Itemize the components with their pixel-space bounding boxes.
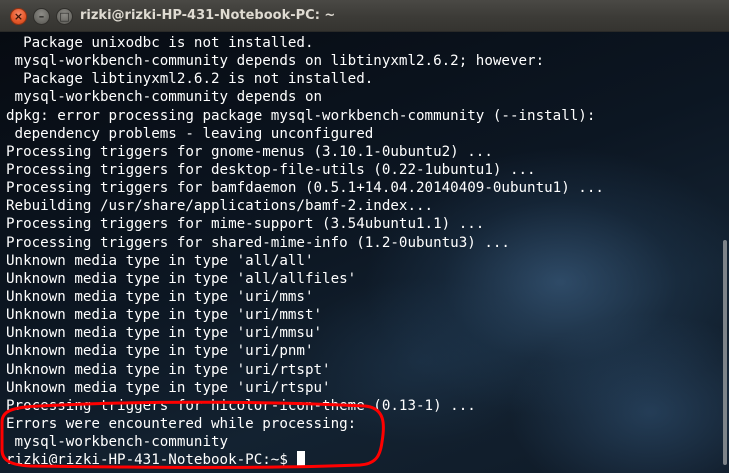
text-cursor	[297, 451, 306, 467]
terminal-line: Unknown media type in type 'uri/rtspt'	[6, 361, 331, 378]
error-heading-line: Errors were encountered while processing…	[6, 415, 357, 432]
terminal-line: Processing triggers for hicolor-icon-the…	[6, 397, 476, 414]
terminal-line: Unknown media type in type 'uri/pnm'	[6, 343, 314, 360]
minimize-button[interactable]: –	[33, 8, 50, 25]
error-package-line: mysql-workbench-community	[6, 434, 229, 451]
terminal-line: Processing triggers for bamfdaemon (0.5.…	[6, 180, 604, 197]
terminal-line: dependency problems - leaving unconfigur…	[6, 125, 374, 142]
terminal-line: Unknown media type in type 'uri/rtspu'	[6, 379, 331, 396]
close-icon: ×	[13, 10, 24, 23]
maximize-button[interactable]: □	[56, 8, 73, 25]
terminal-line: Unknown media type in type 'uri/mms'	[6, 288, 314, 305]
terminal-line: Processing triggers for desktop-file-uti…	[6, 161, 536, 178]
close-button[interactable]: ×	[10, 8, 27, 25]
title-bar[interactable]: × – □ rizki@rizki-HP-431-Notebook-PC: ~	[0, 0, 729, 32]
terminal-line: Package unixodbc is not installed.	[6, 35, 314, 51]
terminal-line: Rebuilding /usr/share/applications/bamf-…	[6, 198, 434, 215]
terminal-line: Unknown media type in type 'uri/mmst'	[6, 307, 323, 324]
terminal-line: mysql-workbench-community depends on lib…	[6, 53, 545, 70]
terminal-line: Unknown media type in type 'all/allfiles…	[6, 270, 357, 287]
prompt-text: rizki@rizki-HP-431-Notebook-PC:~$	[6, 452, 297, 469]
terminal-window: × – □ rizki@rizki-HP-431-Notebook-PC: ~ …	[0, 0, 729, 473]
terminal-output-area[interactable]: Package unixodbc is not installed. mysql…	[0, 32, 729, 473]
terminal-line: Unknown media type in type 'all/all'	[6, 252, 314, 269]
scrollbar-thumb[interactable]	[723, 240, 727, 465]
terminal-line: Processing triggers for shared-mime-info…	[6, 234, 510, 251]
terminal-line: Processing triggers for mime-support (3.…	[6, 216, 485, 233]
window-title: rizki@rizki-HP-431-Notebook-PC: ~	[80, 8, 336, 23]
command-prompt[interactable]: rizki@rizki-HP-431-Notebook-PC:~$	[6, 451, 604, 469]
maximize-icon: □	[59, 10, 70, 23]
terminal-line: Processing triggers for gnome-menus (3.1…	[6, 143, 493, 160]
terminal-line: dpkg: error processing package mysql-wor…	[6, 107, 596, 124]
terminal-line: Unknown media type in type 'uri/mmsu'	[6, 325, 323, 342]
terminal-line: mysql-workbench-community depends on	[6, 89, 323, 106]
minimize-icon: –	[38, 10, 45, 23]
terminal-line: Package libtinyxml2.6.2 is not installed…	[6, 71, 374, 88]
terminal-lines: Package unixodbc is not installed. mysql…	[6, 34, 604, 469]
